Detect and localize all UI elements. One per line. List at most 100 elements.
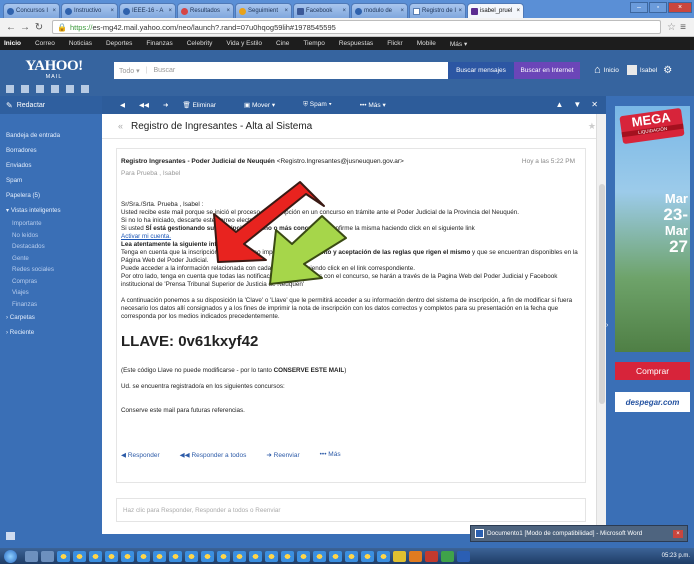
close-tab-icon[interactable]: × <box>456 8 462 14</box>
back-arrow-icon[interactable]: ← <box>4 22 18 33</box>
ad-image[interactable]: MEGA LIQUIDACIÓN Mar 23- Mar 27 <box>615 106 690 352</box>
sidebar-item-recent[interactable]: › Reciente <box>0 325 102 340</box>
move-button[interactable]: ▣ Mover ▾ <box>244 101 289 109</box>
bookmark-star-icon[interactable]: ☆ <box>667 22 676 33</box>
taskbar-app-icon[interactable] <box>41 550 54 562</box>
sidebar-item-inbox[interactable]: Bandeja de entrada <box>0 128 102 143</box>
messenger-icon[interactable] <box>66 85 74 93</box>
chrome-icon[interactable] <box>121 550 134 562</box>
reply-all-button[interactable]: ◀◀ Responder a todos <box>180 451 257 459</box>
taskbar-app-icon[interactable] <box>393 550 406 562</box>
chrome-icon[interactable] <box>297 550 310 562</box>
scrollbar-thumb[interactable] <box>599 184 605 404</box>
system-clock[interactable]: 05:23 p.m. <box>662 553 694 559</box>
nav-item-inicio[interactable]: Inicio <box>4 40 21 47</box>
chrome-icon[interactable] <box>169 550 182 562</box>
nav-item-tiempo[interactable]: Tiempo <box>303 40 324 47</box>
home-icon[interactable]: ⌂ <box>594 64 601 76</box>
taskbar-app-icon[interactable] <box>25 550 38 562</box>
minimize-button[interactable]: – <box>630 2 648 13</box>
nav-item-noticias[interactable]: Noticias <box>69 40 92 47</box>
activate-account-link[interactable]: Activar mi cuenta. <box>121 233 171 240</box>
nav-item-celebrity[interactable]: Celebrity <box>187 40 213 47</box>
delete-button[interactable]: 🗑 Eliminar <box>182 101 230 109</box>
chrome-icon[interactable] <box>89 550 102 562</box>
close-tab-icon[interactable]: × <box>514 8 520 14</box>
browser-tab[interactable]: Facebook × <box>293 3 350 18</box>
start-button[interactable] <box>4 549 17 563</box>
newsfeed-icon[interactable] <box>81 85 89 93</box>
chrome-icon[interactable] <box>201 550 214 562</box>
chrome-icon[interactable] <box>105 550 118 562</box>
nav-item-vida-y-estilo[interactable]: Vida y Estilo <box>226 40 262 47</box>
sidebar-item-people[interactable]: Gente <box>0 253 102 265</box>
forward-icon[interactable]: ➜ <box>163 101 168 109</box>
close-tab-icon[interactable]: × <box>282 8 288 14</box>
mail-app-icon[interactable] <box>6 85 14 93</box>
chrome-icon[interactable] <box>185 550 198 562</box>
forward-button[interactable]: ➜ Reenviar <box>266 451 309 459</box>
taskbar-app-icon[interactable] <box>425 550 438 562</box>
nav-item-flickr[interactable]: Flickr <box>387 40 403 47</box>
browser-tab[interactable]: modulo de × <box>351 3 408 18</box>
close-tab-icon[interactable]: × <box>224 8 230 14</box>
more-button[interactable]: ••• Más ▾ <box>360 101 386 109</box>
browser-tab[interactable]: Registro de I × <box>409 3 466 18</box>
ad-buy-button[interactable]: Comprar <box>615 362 690 380</box>
more-actions-button[interactable]: ••• Más <box>320 451 341 459</box>
search-web-button[interactable]: Buscar en Internet <box>514 62 580 79</box>
reload-icon[interactable]: ↻ <box>32 22 46 33</box>
collapse-sidebar-icon[interactable] <box>6 532 15 540</box>
chrome-icon[interactable] <box>249 550 262 562</box>
star-icon[interactable]: ★ <box>588 121 596 132</box>
home-link[interactable]: Inicio <box>604 67 619 74</box>
sidebar-item-finance[interactable]: Finanzas <box>0 299 102 311</box>
taskbar-app-icon[interactable] <box>409 550 422 562</box>
close-tab-icon[interactable]: × <box>108 8 114 14</box>
browser-tab-active[interactable]: isabel_pruel × <box>467 3 524 18</box>
chrome-icon[interactable] <box>265 550 278 562</box>
sidebar-item-spam[interactable]: Spam <box>0 173 102 188</box>
nav-item-finanzas[interactable]: Finanzas <box>146 40 172 47</box>
browser-tab[interactable]: Seguimient × <box>235 3 292 18</box>
gear-icon[interactable]: ⚙ <box>663 65 672 76</box>
sidebar-item-social[interactable]: Redes sociales <box>0 264 102 276</box>
ad-brand-logo[interactable]: despegar.com <box>615 392 690 412</box>
sidebar-item-sent[interactable]: Enviados <box>0 158 102 173</box>
close-message-icon[interactable]: ✕ <box>591 100 598 109</box>
close-tab-icon[interactable]: × <box>166 8 172 14</box>
sender[interactable]: Registro Ingresantes - Poder Judicial de… <box>121 158 404 165</box>
yahoo-mail-logo[interactable]: YAHOO! MAIL <box>6 59 102 81</box>
browser-tab[interactable]: Instructivo × <box>61 3 118 18</box>
message-scrollbar[interactable] <box>596 114 606 534</box>
nav-item-mas[interactable]: Más ▾ <box>450 40 467 48</box>
chrome-icon[interactable] <box>233 550 246 562</box>
chrome-icon[interactable] <box>153 550 166 562</box>
close-tab-icon[interactable]: × <box>50 8 56 14</box>
taskbar-preview-popup[interactable]: Documento1 [Modo de compatibilidad] - Mi… <box>470 525 688 542</box>
chrome-icon[interactable] <box>361 550 374 562</box>
nav-item-correo[interactable]: Correo <box>35 40 55 47</box>
url-input[interactable]: 🔒 https://es-mg42.mail.yahoo.com/neo/lau… <box>52 20 662 34</box>
reply-button[interactable]: ◀ Responder <box>121 451 170 459</box>
chrome-icon[interactable] <box>137 550 150 562</box>
avatar[interactable] <box>626 65 637 75</box>
close-tab-icon[interactable]: × <box>340 8 346 14</box>
previous-message-icon[interactable]: ▲ <box>555 100 563 109</box>
user-name[interactable]: Isabel <box>640 67 657 74</box>
next-message-icon[interactable]: ▼ <box>573 100 581 109</box>
chrome-icon[interactable] <box>329 550 342 562</box>
word-taskbar-icon[interactable] <box>457 550 470 562</box>
close-preview-icon[interactable]: × <box>673 529 683 538</box>
chrome-icon[interactable] <box>281 550 294 562</box>
chrome-icon[interactable] <box>345 550 358 562</box>
reply-all-icon[interactable]: ◀◀ <box>139 101 149 109</box>
maximize-button[interactable]: ▫ <box>649 2 667 13</box>
sidebar-item-smart-views[interactable]: ▾ Vistas inteligentes <box>0 203 102 218</box>
sidebar-item-important[interactable]: Importante <box>0 218 102 230</box>
reply-icon[interactable]: ◀ <box>120 101 125 109</box>
spam-button[interactable]: ⛨ Spam ▾ <box>303 101 346 109</box>
sidebar-item-shopping[interactable]: Compras <box>0 276 102 288</box>
sidebar-item-starred[interactable]: Destacados <box>0 241 102 253</box>
chrome-icon[interactable] <box>217 550 230 562</box>
